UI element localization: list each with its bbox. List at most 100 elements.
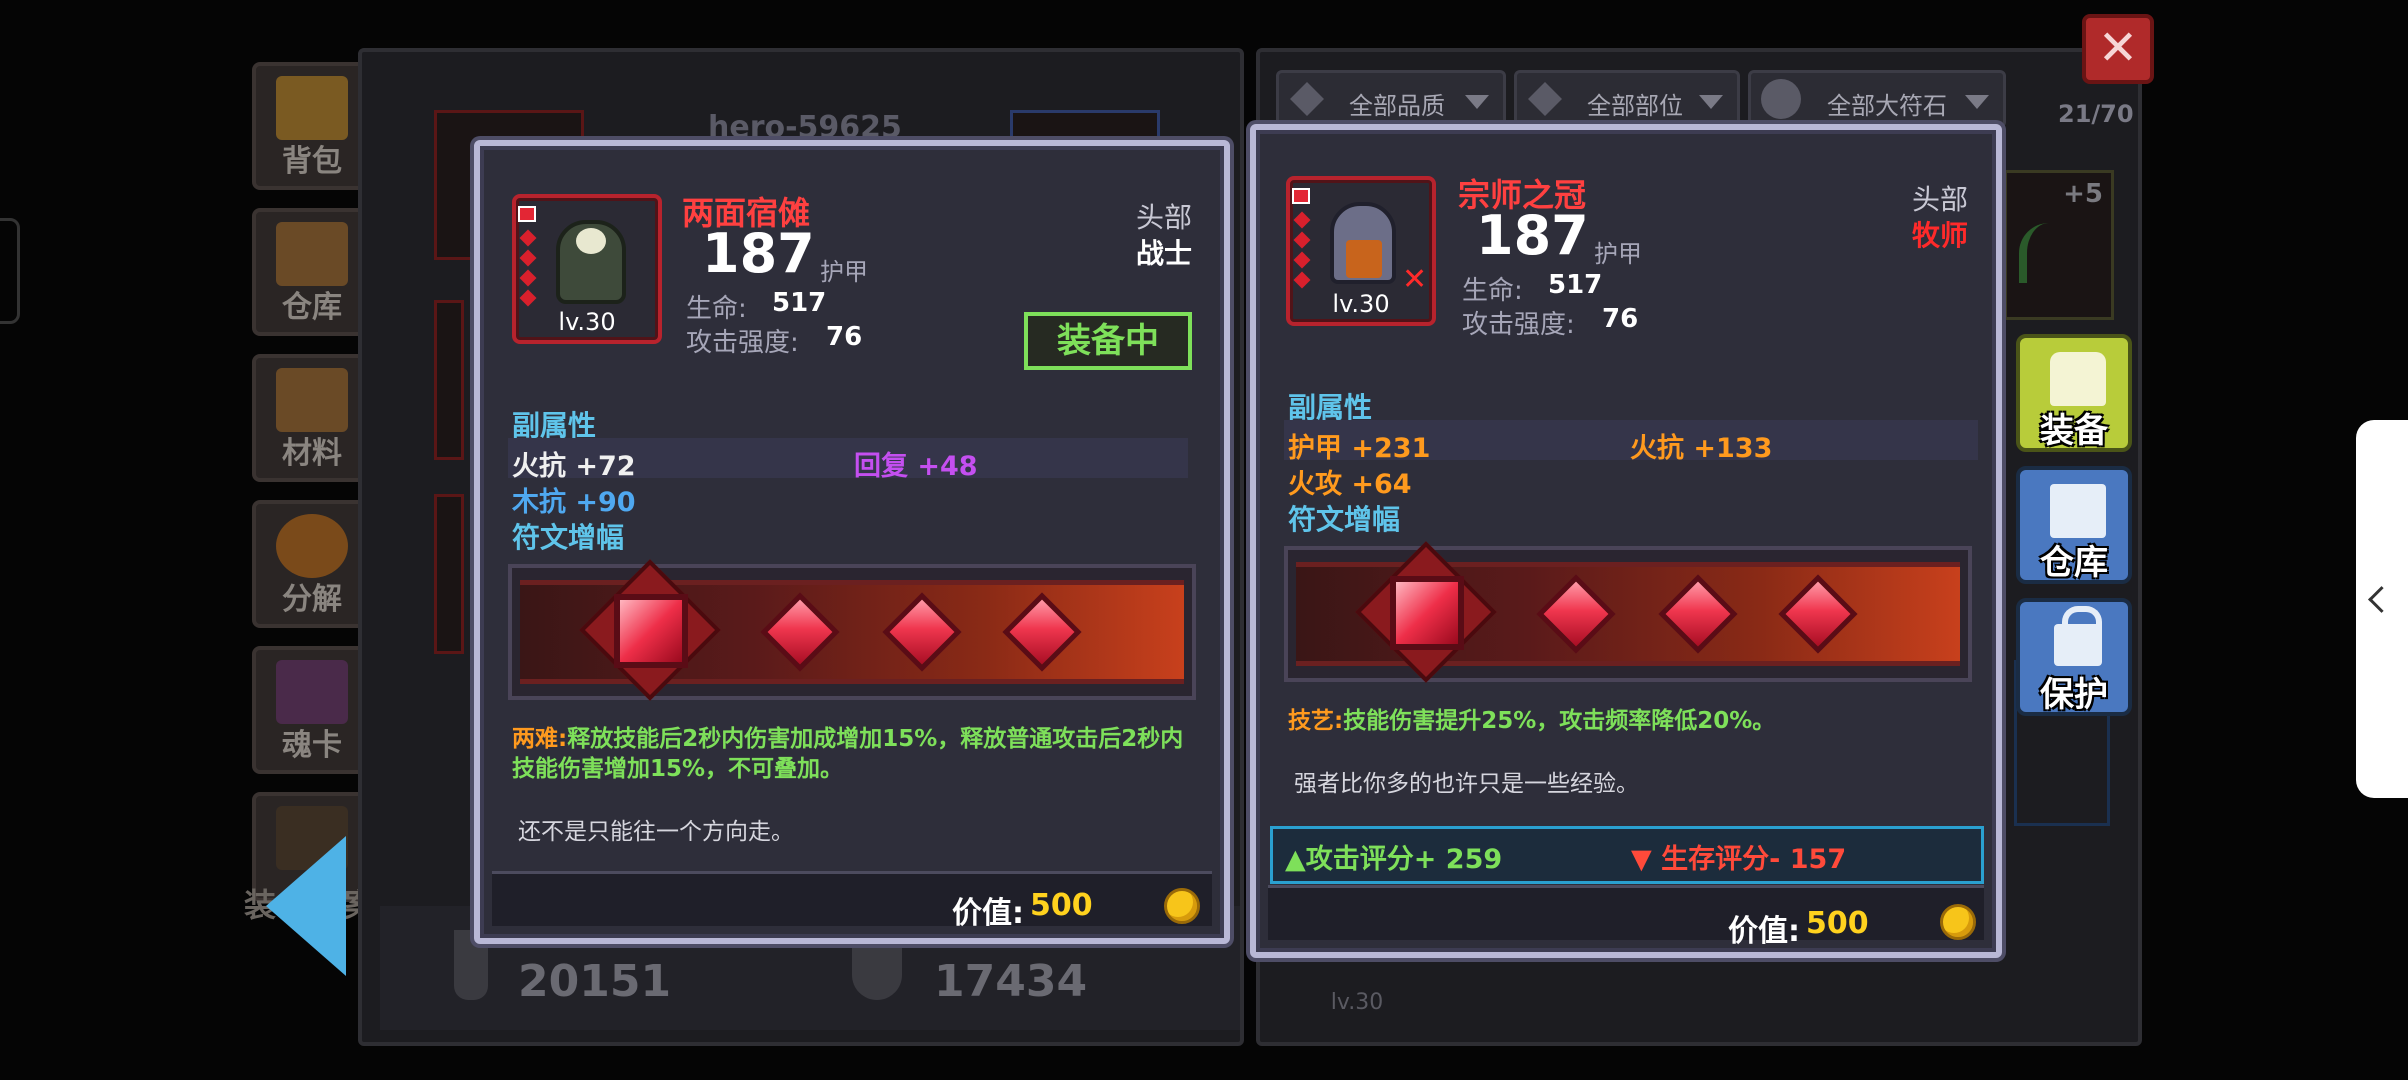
quality-pip — [1293, 271, 1311, 289]
hp-value: 517 — [772, 288, 827, 318]
main-rune-gem-icon — [1390, 576, 1464, 650]
sidebar-tab-salvage[interactable]: 分解 — [252, 500, 372, 628]
quality-pip — [519, 249, 537, 267]
quality-pip — [519, 269, 537, 287]
salvage-icon — [276, 514, 348, 578]
helmet-visor — [1346, 240, 1382, 278]
close-button[interactable]: ✕ — [2082, 14, 2154, 84]
chevron-down-icon — [1465, 95, 1489, 109]
flavor-text: 强者比你多的也许只是一些经验。 — [1294, 771, 1639, 797]
attack-power-label: 攻击强度: — [686, 328, 799, 358]
chest-icon — [276, 76, 348, 140]
rune-amplify-title: 符文增幅 — [1288, 503, 1401, 536]
soul-card-icon — [276, 660, 348, 724]
sidebar-tab-soulcard[interactable]: 魂卡 — [252, 646, 372, 774]
inventory-slot[interactable]: +5 — [2004, 170, 2114, 320]
item-armor-label: 护甲 — [820, 258, 868, 286]
shirt-icon — [2050, 352, 2106, 406]
side-drawer-handle[interactable] — [2356, 420, 2408, 798]
tooltip-footer — [1268, 885, 1984, 940]
gear-slot[interactable] — [434, 494, 464, 654]
item-level: lv.30 — [558, 308, 616, 336]
set-effect-text: 释放技能后2秒内伤害加成增加15%，释放普通攻击后2秒内技能伤害增加15%，不可… — [512, 726, 1184, 782]
sidebar-tab-storage[interactable]: 仓库 — [252, 208, 372, 336]
chevron-down-icon — [1965, 95, 1989, 109]
item-slot: 头部 — [1911, 183, 1968, 216]
value-label: 价值: — [1728, 914, 1800, 949]
storage-icon — [276, 222, 348, 286]
equip-button[interactable]: 装备 — [2016, 334, 2132, 452]
quality-pip — [519, 229, 537, 247]
set-effect-name: 技艺: — [1288, 708, 1344, 734]
close-icon: ✕ — [2097, 20, 2139, 76]
sidebar-tab-materials[interactable]: 材料 — [252, 354, 372, 482]
compared-item-icon: ✕ lv.30 — [1286, 176, 1436, 326]
sidebar-tab-label: 材料 — [282, 436, 342, 471]
value-amount: 500 — [1030, 888, 1093, 923]
quality-gem-icon — [1290, 82, 1324, 116]
sidebar-tab-label: 魂卡 — [282, 728, 342, 763]
back-arrow-icon[interactable] — [266, 836, 346, 976]
main-rune-gem-icon — [614, 594, 688, 668]
storage-button[interactable]: 仓库 — [2016, 466, 2132, 584]
quality-pip — [1293, 251, 1311, 269]
rune-amplify-title: 符文增幅 — [512, 521, 625, 554]
sidebar-tab-label: 分解 — [282, 582, 342, 617]
set-effect-text: 技能伤害提升25%，攻击频率降低20%。 — [1343, 708, 1776, 734]
affix-armor: 护甲 +231 — [1288, 433, 1431, 464]
equipped-badge: 装备中 — [1024, 312, 1192, 370]
sidebar-tab-bag[interactable]: 背包 — [252, 62, 372, 190]
equipped-item-icon: lv.30 — [512, 194, 662, 344]
enhance-level: +5 — [2063, 179, 2103, 209]
item-armor-label: 护甲 — [1594, 240, 1642, 268]
item-level: lv.30 — [1332, 290, 1390, 318]
item-armor-value: 187 — [1476, 204, 1589, 267]
hp-label: 生命: — [686, 294, 747, 324]
filter-label: 全部部位 — [1587, 92, 1683, 120]
affix-wood-resist: 木抗 +90 — [512, 487, 636, 518]
sidebar-tab-label: 背包 — [282, 144, 342, 179]
flavor-text: 还不是只能往一个方向走。 — [518, 819, 794, 845]
affix-fire-attack: 火攻 +64 — [1288, 469, 1412, 500]
filter-label: 全部品质 — [1349, 92, 1445, 120]
attack-score-change: ▲攻击评分+ 259 — [1285, 844, 1503, 875]
helmet-crest — [576, 228, 606, 254]
value-amount: 500 — [1806, 906, 1869, 941]
gold-coin-icon — [1940, 904, 1976, 940]
inventory-count: 21/70 — [2058, 100, 2134, 128]
set-effect-desc: 两难:释放技能后2秒内伤害加成增加15%，释放普通攻击后2秒内技能伤害增加15%… — [512, 724, 1192, 784]
inventory-item-level: lv.30 — [1330, 990, 1384, 1015]
defense-score-value: 17434 — [934, 956, 1088, 1007]
rune-icon — [1761, 79, 1801, 119]
helmet-icon — [1528, 82, 1562, 116]
quality-badge — [518, 206, 536, 222]
value-label: 价值: — [952, 896, 1024, 931]
item-class: 牧师 — [1911, 219, 1968, 252]
item-class: 战士 — [1135, 237, 1192, 270]
hp-value: 517 — [1548, 270, 1603, 300]
quality-pip — [1293, 231, 1311, 249]
gear-slot[interactable] — [434, 300, 464, 460]
storage-button-label: 仓库 — [2040, 543, 2108, 583]
set-effect-name: 两难: — [512, 726, 568, 752]
item-armor-value: 187 — [702, 222, 815, 285]
quality-pip — [519, 289, 537, 307]
quality-badge — [1292, 188, 1310, 204]
set-effect-desc: 技艺:技能伤害提升25%，攻击频率降低20%。 — [1288, 706, 1978, 736]
protect-button-label: 保护 — [2040, 675, 2108, 715]
attack-power-label: 攻击强度: — [1462, 310, 1575, 340]
attack-power-value: 76 — [1602, 304, 1639, 334]
hp-label: 生命: — [1462, 276, 1523, 306]
sidebar-tab-label: 仓库 — [282, 290, 342, 325]
gold-coin-icon — [1164, 888, 1200, 924]
filter-quality[interactable]: 全部品质 — [1276, 70, 1506, 128]
equip-button-label: 装备 — [2040, 411, 2108, 451]
attack-score-value: 20151 — [518, 956, 672, 1007]
item-slot: 头部 — [1135, 201, 1192, 234]
chevron-left-icon — [2368, 586, 2395, 613]
survival-score-change: ▼ 生存评分- 157 — [1631, 844, 1847, 875]
protect-button[interactable]: 保护 — [2016, 598, 2132, 716]
filter-rune[interactable]: 全部大符石 — [1748, 70, 2006, 128]
affix-fire-resist: 火抗 +133 — [1630, 433, 1773, 464]
filter-slot[interactable]: 全部部位 — [1514, 70, 1740, 128]
